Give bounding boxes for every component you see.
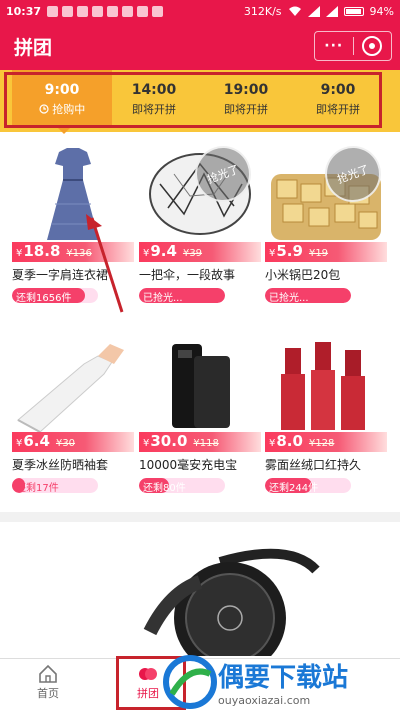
currency: ¥ [269,438,276,449]
bluetooth-headset-image [143,548,320,656]
product-image [265,332,387,436]
price-bar: ¥ 9.4 ¥39 [139,242,261,262]
section-divider [0,512,400,522]
stock-progress: 已抢光... [265,288,351,303]
status-time: 10:37 [6,4,42,18]
product-name: 一把伞，一段故事 [139,268,236,282]
currency: ¥ [143,248,150,259]
original-price: ¥136 [66,248,92,259]
watermark-url: ouyaoxiazai.com [218,694,311,707]
stock-progress: 还剩80件 [139,478,225,493]
product-image [139,332,261,436]
product-name: 夏季一字肩连衣裙 [12,268,109,282]
price: 5.9 [276,242,303,260]
original-price: ¥118 [193,438,219,449]
original-price: ¥19 [308,248,329,259]
product-image [12,142,134,246]
price-bar: ¥ 30.0 ¥118 [139,432,261,452]
lipstick-image [281,342,365,430]
signal-icon [325,5,338,17]
stock-text: 还剩244件 [269,483,319,493]
stock-progress: 还剩244件 [265,478,351,493]
original-price: ¥39 [182,248,203,259]
tab-label: 首页 [37,687,59,700]
price: 9.4 [150,242,177,260]
notification-icon [62,5,74,17]
watermark-logo-icon [163,655,217,709]
notification-icon [152,5,164,17]
annotation-highlight-box [4,72,382,128]
home-icon [39,664,57,683]
notification-icon [137,5,149,17]
price: 30.0 [150,432,188,450]
watermark-text: 偶要下载站 [218,663,349,693]
original-price: ¥128 [308,438,335,449]
status-bar: 10:37 312K/s 94% [0,0,400,22]
product-name: 雾面丝绒口红持久 [265,458,362,472]
stock-text: 还剩80件 [143,483,186,493]
price: 6.4 [23,432,50,450]
notification-icon [107,5,119,17]
close-button[interactable] [353,35,391,57]
battery-icon [343,6,364,16]
miniapp-capsule: ··· [314,31,392,61]
product-name: 夏季冰丝防晒袖套 [12,458,109,472]
notification-icon [77,5,89,17]
original-price: ¥30 [55,438,76,449]
stock-text: 还剩17件 [16,483,59,493]
stock-progress: 还剩17件 [12,478,98,493]
price: 8.0 [276,432,303,450]
price-bar: ¥ 6.4 ¥30 [12,432,134,452]
notification-icon [92,5,104,17]
page-title: 拼团 [14,36,53,59]
more-button[interactable]: ··· [315,38,353,54]
app-header: 拼团 ··· [0,22,400,70]
signal-icon [307,5,320,17]
stock-text: 还剩1656件 [16,293,72,303]
notification-icon [47,5,59,17]
stock-progress: 已抢光... [139,288,225,303]
price-bar: ¥ 8.0 ¥128 [265,432,387,452]
wifi-icon [288,6,301,16]
featured-product[interactable] [0,522,400,656]
notification-icon [122,5,134,17]
stock-progress: 还剩1656件 [12,288,98,303]
product-name: 小米锅巴20包 [265,268,341,282]
currency: ¥ [16,438,23,449]
product-image [12,332,134,436]
price-bar: ¥ 5.9 ¥19 [265,242,387,262]
stock-text: 已抢光... [269,293,309,303]
currency: ¥ [269,248,276,259]
price: 18.8 [23,242,61,260]
power-bank-image [172,344,230,428]
stock-text: 已抢光... [143,293,183,303]
net-speed: 312K/s [243,4,282,18]
notification-icons [47,5,164,17]
sleeve-image [17,344,124,433]
dress-image [47,148,99,240]
close-icon [362,36,383,56]
product-name: 10000毫安充电宝 [139,458,238,472]
currency: ¥ [143,438,150,449]
currency: ¥ [16,248,23,259]
price-bar: ¥ 18.8 ¥136 [12,242,134,262]
tab-home[interactable]: 首页 [8,663,88,701]
site-watermark: 偶要下载站 ouyaoxiazai.com [162,654,392,710]
battery-level: 94% [369,4,394,18]
